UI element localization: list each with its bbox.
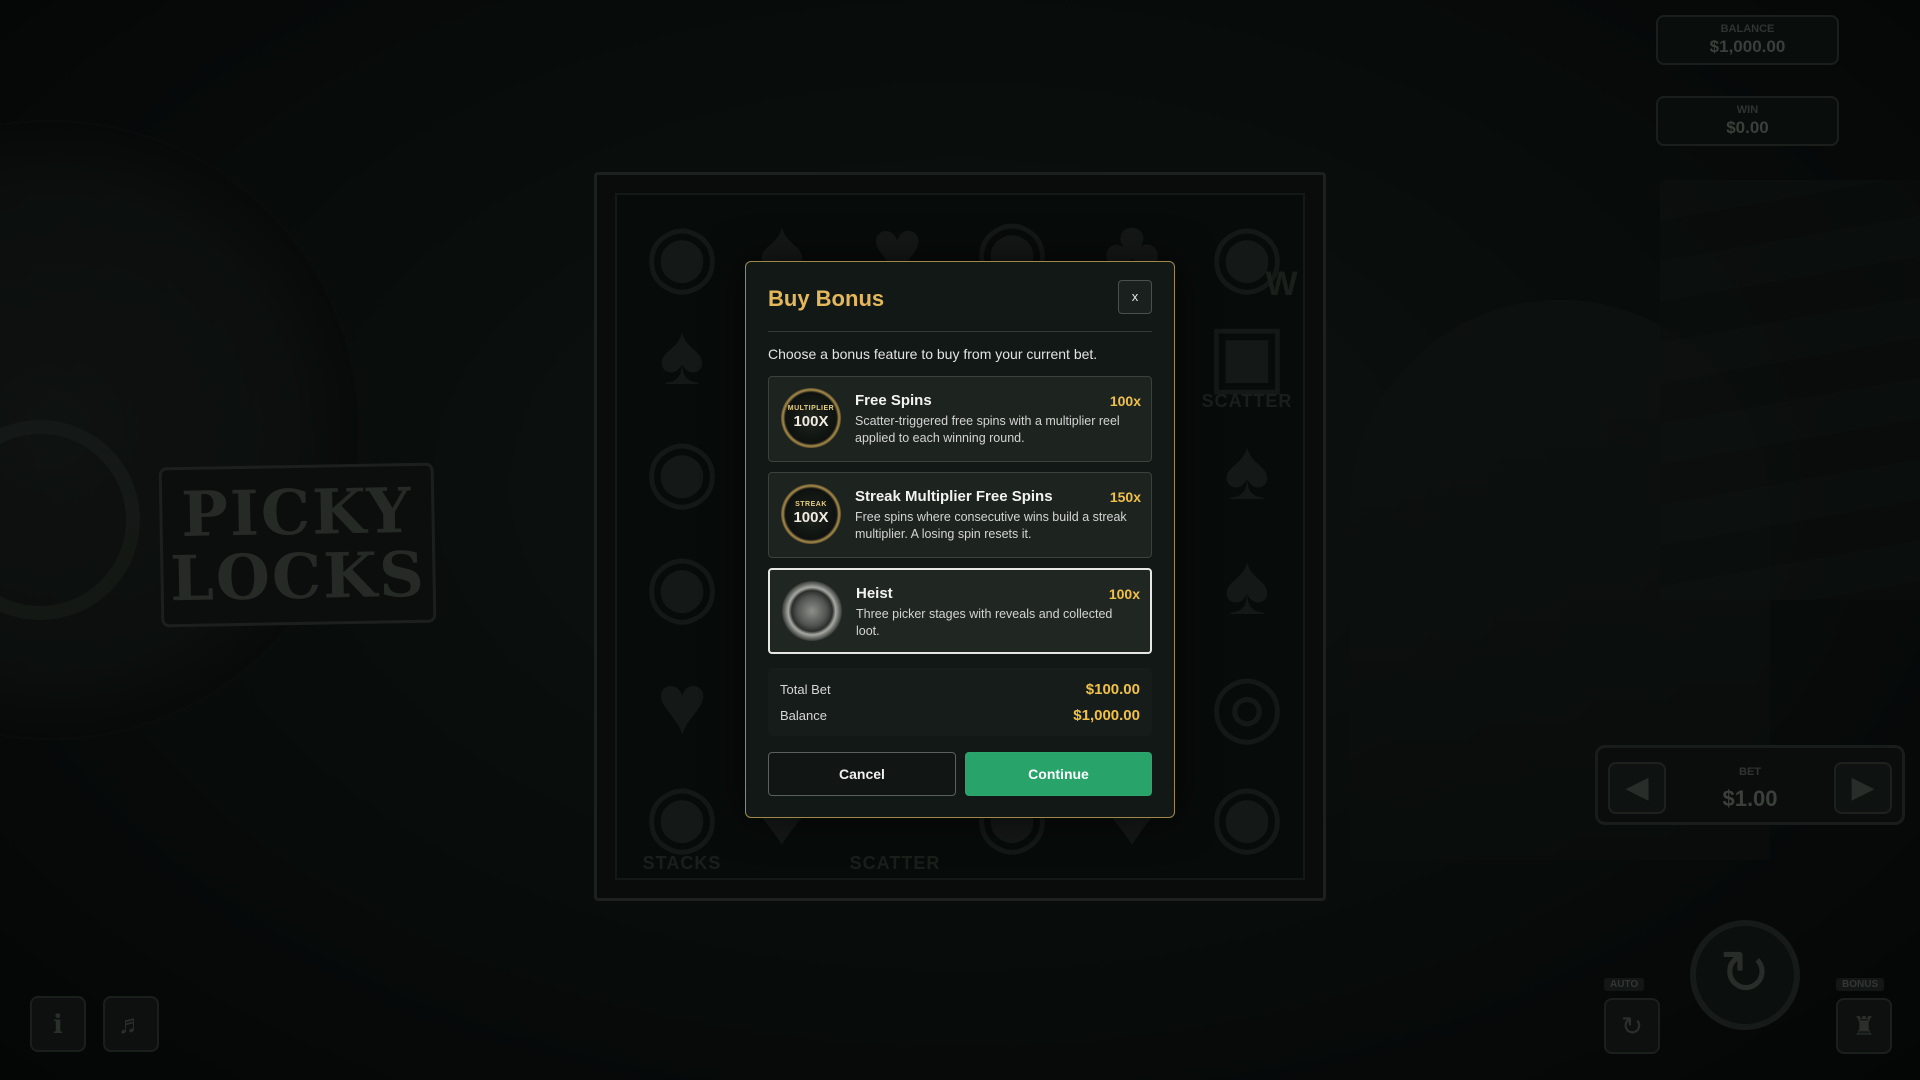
dialog-actions: Cancel Continue xyxy=(768,752,1152,796)
bet-summary: Total Bet $100.00 Balance $1,000.00 xyxy=(768,668,1152,736)
option-name: Streak Multiplier Free Spins xyxy=(855,488,1053,505)
option-description: Free spins where consecutive wins build … xyxy=(855,510,1127,541)
dialog-title: Buy Bonus xyxy=(768,285,885,311)
summary-balance-value: $1,000.00 xyxy=(1073,706,1140,724)
multiplier-coin-icon: MULTIPLIER 100X xyxy=(781,388,841,448)
dialog-header: Buy Bonus x xyxy=(768,262,1152,332)
option-description: Three picker stages with reveals and col… xyxy=(856,607,1113,638)
option-description: Scatter-triggered free spins with a mult… xyxy=(855,414,1120,445)
coin-main-text: 100X xyxy=(793,509,829,526)
total-bet-label: Total Bet xyxy=(780,681,831,697)
coin-top-text: MULTIPLIER xyxy=(787,405,835,412)
bonus-option-heist[interactable]: Heist 100x Three picker stages with reve… xyxy=(768,568,1152,654)
option-multiplier: 150x xyxy=(1109,489,1141,505)
streak-coin-icon: STREAK 100X xyxy=(781,484,841,544)
close-button[interactable]: x xyxy=(1118,279,1152,314)
bonus-option-streak-multiplier[interactable]: STREAK 100X Streak Multiplier Free Spins… xyxy=(768,472,1152,558)
summary-balance-label: Balance xyxy=(780,707,827,723)
buy-bonus-dialog: Buy Bonus x Choose a bonus feature to bu… xyxy=(745,261,1175,818)
bonus-option-free-spins[interactable]: MULTIPLIER 100X Free Spins 100x Scatter-… xyxy=(768,376,1152,462)
game-screen: PICKY LOCKS BALANCE $1,000.00 WIN $0.00 … xyxy=(0,0,1920,1080)
option-name: Heist xyxy=(856,585,893,602)
coin-main-text: 100X xyxy=(793,413,829,430)
option-multiplier: 100x xyxy=(1108,586,1140,602)
safe-dial-icon xyxy=(782,581,842,641)
option-name: Free Spins xyxy=(855,392,932,409)
cancel-button[interactable]: Cancel xyxy=(768,752,956,796)
balance-row: Balance $1,000.00 xyxy=(780,702,1140,728)
continue-button[interactable]: Continue xyxy=(965,752,1152,796)
option-multiplier: 100x xyxy=(1109,393,1141,409)
total-bet-row: Total Bet $100.00 xyxy=(780,676,1140,702)
total-bet-value: $100.00 xyxy=(1085,680,1140,698)
dialog-subtitle: Choose a bonus feature to buy from your … xyxy=(768,346,1098,362)
coin-top-text: STREAK xyxy=(795,501,827,508)
